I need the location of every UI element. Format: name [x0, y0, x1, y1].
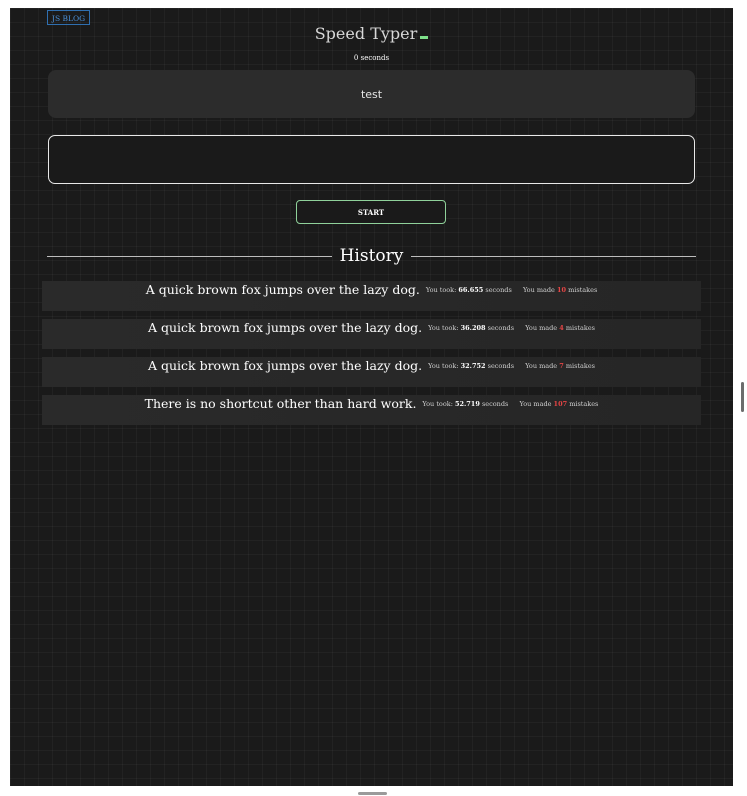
scrollbar-handle[interactable]: [741, 382, 744, 412]
seconds-unit: seconds: [481, 400, 509, 408]
quote-text: test: [360, 87, 383, 101]
app-title-block: Speed Typer: [10, 24, 733, 43]
history-mistakes: 10: [556, 286, 567, 294]
divider-left: [47, 255, 332, 257]
history-meta: You took: 66.655 seconds You made 10 mis…: [426, 282, 597, 298]
made-label: You made: [522, 286, 555, 294]
resize-handle[interactable]: [358, 792, 387, 795]
made-label: You made: [525, 324, 558, 332]
history-mistakes: 7: [559, 362, 564, 370]
history-mistakes: 4: [559, 324, 564, 332]
quote-display: test: [48, 70, 695, 118]
seconds-unit: seconds: [485, 286, 512, 294]
history-sentence: There is no shortcut other than hard wor…: [144, 396, 417, 411]
timer-display: 0 seconds: [353, 54, 390, 62]
history-meta: You took: 32.752 seconds You made 7 mist…: [428, 358, 595, 374]
divider-right: [411, 255, 697, 257]
seconds-unit: seconds: [487, 362, 515, 370]
cursor-caret-icon: [420, 36, 429, 39]
history-title: History: [339, 246, 404, 266]
history-row: There is no shortcut other than hard wor…: [42, 395, 701, 425]
took-label: You took:: [428, 324, 459, 332]
seconds-unit: seconds: [487, 324, 515, 332]
app-frame: JS BLOG Speed Typer 0 seconds test START…: [10, 8, 733, 786]
start-button[interactable]: START: [296, 200, 446, 224]
history-row: A quick brown fox jumps over the lazy do…: [42, 357, 701, 387]
history-time: 36.208: [460, 324, 486, 332]
history-sentence: A quick brown fox jumps over the lazy do…: [145, 282, 420, 297]
history-time: 32.752: [460, 362, 486, 370]
history-mistakes: 107: [553, 400, 568, 408]
history-time: 52.719: [454, 400, 480, 408]
history-meta: You took: 36.208 seconds You made 4 mist…: [428, 320, 595, 336]
made-label: You made: [525, 362, 558, 370]
mistakes-unit: mistakes: [565, 324, 596, 332]
made-label: You made: [519, 400, 552, 408]
history-row: A quick brown fox jumps over the lazy do…: [42, 319, 701, 349]
history-sentence: A quick brown fox jumps over the lazy do…: [147, 320, 423, 335]
history-row: A quick brown fox jumps over the lazy do…: [42, 281, 701, 311]
mistakes-unit: mistakes: [569, 400, 599, 408]
history-heading: History: [47, 246, 697, 266]
history-time: 66.655: [458, 286, 484, 294]
mistakes-unit: mistakes: [565, 362, 596, 370]
took-label: You took:: [422, 400, 453, 408]
typing-input[interactable]: [48, 135, 695, 184]
mistakes-unit: mistakes: [568, 286, 598, 294]
page-title: Speed Typer: [314, 24, 418, 43]
history-meta: You took: 52.719 seconds You made 107 mi…: [422, 396, 598, 412]
js-blog-link[interactable]: JS BLOG: [47, 10, 91, 25]
took-label: You took:: [425, 286, 457, 294]
took-label: You took:: [428, 362, 459, 370]
history-sentence: A quick brown fox jumps over the lazy do…: [147, 358, 423, 373]
